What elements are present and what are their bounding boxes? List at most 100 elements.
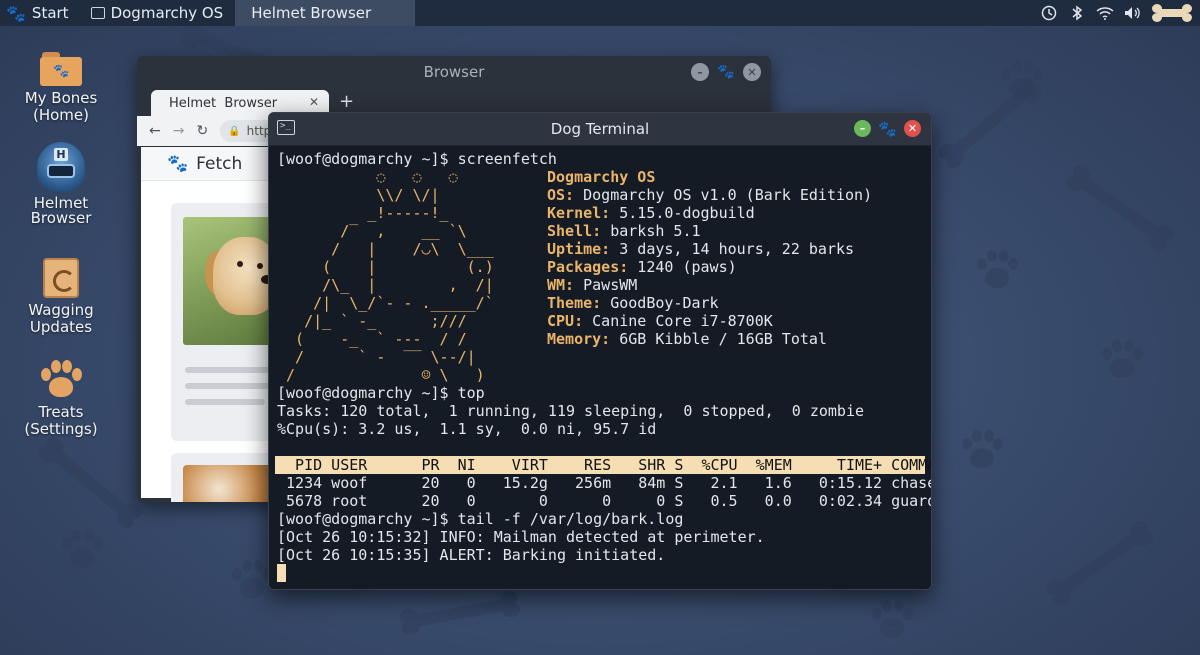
text-placeholder: [185, 383, 275, 389]
minimize-button[interactable]: –: [691, 63, 709, 81]
text-cursor: [277, 564, 286, 582]
system-info-key: WM:: [547, 276, 575, 294]
bluetooth-icon[interactable]: [1068, 4, 1086, 22]
system-info-value: PawsWM: [574, 276, 638, 294]
page-title: Fetch: [196, 153, 243, 174]
ascii-art-line: / ` - ‾‾ \--/|: [277, 348, 476, 366]
paw-decoration: [60, 530, 104, 574]
terminal-titlebar[interactable]: >_ Dog Terminal – 🐾 ✕: [269, 113, 931, 145]
bone-decoration: [35, 434, 145, 532]
desktop-icon-label: Wagging Updates: [28, 301, 94, 336]
close-icon[interactable]: ✕: [309, 95, 319, 109]
system-info-key: Uptime:: [547, 240, 611, 258]
bone-decoration: [1063, 162, 1177, 254]
minimize-button[interactable]: –: [854, 120, 871, 137]
bone-icon[interactable]: [1152, 4, 1192, 22]
cpu-summary: %Cpu(s): 3.2 us, 1.1 sy, 0.0 ni, 95.7 id: [277, 420, 657, 438]
terminal-output[interactable]: [woof@dogmarchy ~]$ screenfetch ◌ ◌ ◌ \\…: [269, 146, 931, 589]
system-info-value: barksh 5.1: [601, 222, 701, 240]
system-info-value: Dogmarchy OS v1.0 (Bark Edition): [574, 186, 873, 204]
terminal-icon: >_: [277, 120, 295, 135]
ascii-art-line: ( -_ ` --‑ / /: [277, 330, 467, 348]
system-info-key: Kernel:: [547, 204, 611, 222]
forward-icon[interactable]: →: [173, 123, 185, 139]
lock-icon: 🔒: [228, 125, 241, 137]
reload-icon[interactable]: ↻: [196, 123, 208, 139]
paw-icon[interactable]: 🐾: [717, 63, 735, 81]
system-info-key: Shell:: [547, 222, 602, 240]
paw-decoration: [1100, 340, 1144, 384]
desktop-icon-settings[interactable]: Treats (Settings): [11, 360, 111, 438]
ascii-art-line: /|_ ` -_ ;///: [277, 312, 467, 330]
back-icon[interactable]: ←: [149, 123, 161, 139]
paw-decoration: [975, 250, 1019, 294]
terminal-icon: [90, 7, 105, 19]
terminal-window: >_ Dog Terminal – 🐾 ✕ [woof@dogmarchy ~]…: [268, 112, 932, 590]
taskbar-item-dogmarchy[interactable]: Dogmarchy OS: [79, 0, 236, 26]
system-info-value: 1240 (paws): [628, 258, 737, 276]
system-info-key: OS:: [547, 186, 575, 204]
ascii-art-line: /| \_/`- ‑ ._____/`: [277, 294, 494, 312]
dog-photo: [183, 465, 273, 502]
process-row: 1234 woof 20 0 15.2g 256m 84m S 2.1 1.6 …: [277, 474, 932, 492]
system-info-row: Shell: barksh 5.1: [547, 222, 872, 240]
paw-decoration: [870, 600, 914, 644]
ascii-art-line: _!-----!_: [277, 204, 449, 222]
system-info-row: CPU: Canine Core i7-8700K: [547, 312, 872, 330]
system-info-key: CPU:: [547, 312, 584, 330]
text-placeholder: [185, 399, 265, 405]
ascii-art-line: /‾ , __ `\: [277, 222, 467, 240]
system-info-key: Packages:: [547, 258, 629, 276]
window-controls: – 🐾 ✕: [691, 63, 761, 81]
taskbar-item-label: Helmet Browser: [251, 4, 372, 22]
window-controls: – 🐾 ✕: [854, 120, 921, 138]
desktop-icon-home[interactable]: 🐾 My Bones (Home): [11, 50, 111, 124]
system-info-key: Theme:: [547, 294, 602, 312]
system-info-row: Theme: GoodBoy-Dark: [547, 294, 872, 312]
log-line: [Oct 26 10:15:32] INFO: Mailman detected…: [277, 528, 765, 546]
taskbar-item-helmet-browser[interactable]: Helmet Browser: [235, 0, 416, 26]
helmet-icon: H: [37, 142, 85, 192]
wifi-icon[interactable]: [1096, 4, 1114, 22]
process-table-header: PID USER PR NI VIRT RES SHR S %CPU %MEM …: [275, 456, 932, 474]
clock-icon[interactable]: [1040, 4, 1058, 22]
prompt-line: [woof@dogmarchy ~]$ screenfetch: [277, 150, 557, 168]
ascii-art-line: \\/ \/|: [277, 186, 440, 204]
process-row: 5678 root 20 0 0 0 0 S 0.5 0.0 0:02.34 g…: [277, 492, 932, 510]
dog-photo: [183, 217, 279, 345]
ascii-art-line: /\_ | , /|: [277, 276, 494, 294]
system-info-row: Packages: 1240 (paws): [547, 258, 872, 276]
close-button[interactable]: ✕: [904, 120, 921, 137]
paw-icon[interactable]: 🐾: [878, 120, 897, 138]
paw-decoration: [1000, 60, 1044, 104]
folder-icon: 🐾: [40, 52, 82, 86]
system-info-value: 5.15.0-dogbuild: [610, 204, 755, 222]
system-info-row: Uptime: 3 days, 14 hours, 22 barks: [547, 240, 872, 258]
system-tray: [1040, 0, 1192, 26]
ascii-art-line: ◌ ◌ ◌: [277, 168, 458, 186]
paw-decoration: [960, 430, 1004, 474]
bone-decoration: [398, 589, 522, 637]
ascii-art-line: / | /◡\ \___: [277, 240, 494, 258]
browser-titlebar[interactable]: Browser – 🐾 ✕: [137, 56, 771, 88]
start-button[interactable]: 🐾 Start: [0, 0, 79, 26]
system-info-key: Dogmarchy OS: [547, 168, 656, 186]
volume-icon[interactable]: [1124, 4, 1142, 22]
system-info-key: Memory:: [547, 330, 611, 348]
desktop-icon-label: My Bones (Home): [24, 89, 98, 124]
system-info-row: Memory: 6GB Kibble / 16GB Total: [547, 330, 872, 348]
system-info-row: WM: PawsWM: [547, 276, 872, 294]
system-info-row: OS: Dogmarchy OS v1.0 (Bark Edition): [547, 186, 872, 204]
system-info-row: Kernel: 5.15.0-dogbuild: [547, 204, 872, 222]
close-button[interactable]: ✕: [743, 63, 761, 81]
paw-icon: 🐾: [167, 153, 189, 174]
window-title: Browser: [423, 63, 485, 81]
paw-icon: 🐾: [6, 3, 26, 23]
paw-icon: [40, 360, 82, 400]
system-info-value: Canine Core i7-8700K: [583, 312, 773, 330]
desktop-icon-helmet-browser[interactable]: H Helmet Browser: [11, 142, 111, 226]
system-info-value: GoodBoy-Dark: [601, 294, 719, 312]
desktop-icon-updates[interactable]: Wagging Updates: [11, 258, 111, 336]
tasks-summary: Tasks: 120 total, 1 running, 119 sleepin…: [277, 402, 864, 420]
desktop-icon-label: Treats (Settings): [24, 403, 98, 438]
